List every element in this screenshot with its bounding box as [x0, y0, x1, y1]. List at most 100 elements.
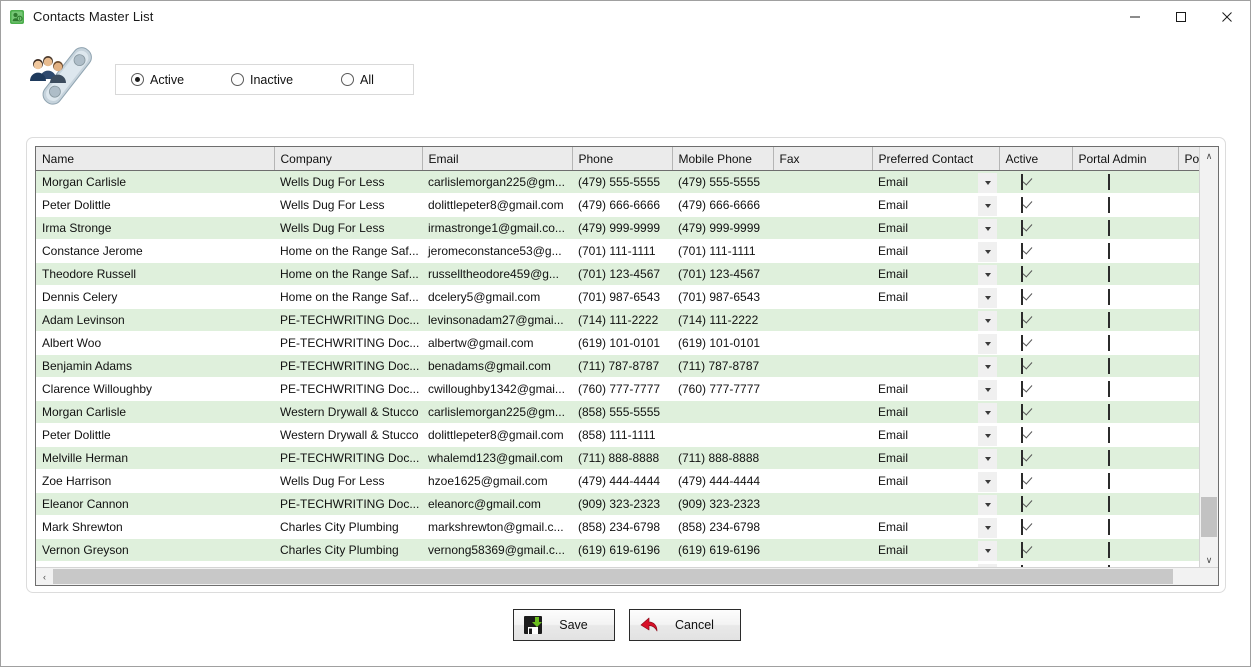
active-checkbox[interactable]	[1021, 289, 1023, 305]
preferred-contact-dropdown-button[interactable]	[978, 242, 997, 262]
column-header-phone[interactable]: Phone	[572, 147, 673, 171]
active-checkbox[interactable]	[1021, 427, 1023, 443]
cell-preferred-contact[interactable]	[872, 331, 999, 355]
table-row[interactable]: Dennis Celery Home on the Range Saf... dce…	[36, 285, 1201, 309]
cell-active[interactable]	[999, 308, 1072, 332]
cell-phone[interactable]: (858) 234-6798	[572, 515, 672, 539]
preferred-contact-dropdown-button[interactable]	[978, 472, 997, 492]
table-row[interactable]: Morgan Carlisle Wells Dug For Less carlisl…	[36, 170, 1201, 194]
active-checkbox[interactable]	[1021, 542, 1023, 558]
cell-name[interactable]: Constance Jerome	[36, 239, 274, 263]
portal-admin-checkbox[interactable]	[1108, 427, 1110, 443]
cell-mobile-phone[interactable]: (909) 323-2323	[672, 492, 773, 516]
active-checkbox[interactable]	[1021, 174, 1023, 190]
table-row[interactable]: Theodore Russell Home on the Range Saf...…	[36, 262, 1201, 286]
cell-preferred-contact[interactable]: Email	[872, 377, 999, 401]
cell-company[interactable]: PE-TECHWRITING Doc...	[274, 308, 422, 332]
cell-preferred-contact[interactable]: Email	[872, 515, 999, 539]
cell-company[interactable]: Wells Dug For Less	[274, 216, 422, 240]
active-checkbox[interactable]	[1021, 312, 1023, 328]
cell-preferred-contact[interactable]: Email	[872, 262, 999, 286]
radio-active[interactable]: Active	[131, 65, 231, 94]
preferred-contact-dropdown-button[interactable]	[978, 196, 997, 216]
table-row[interactable]: Vernon Greyson Charles City Plumbing verno…	[36, 538, 1201, 562]
cell-preferred-contact[interactable]: Email	[872, 469, 999, 493]
portal-admin-checkbox[interactable]	[1108, 243, 1110, 259]
cell-mobile-phone[interactable]: (701) 111-1111	[672, 239, 773, 263]
cell-name[interactable]: Clarence Willoughby	[36, 377, 274, 401]
portal-admin-checkbox[interactable]	[1108, 450, 1110, 466]
portal-admin-checkbox[interactable]	[1108, 335, 1110, 351]
cell-fax[interactable]	[773, 285, 872, 309]
scroll-left-icon[interactable]: ‹	[36, 568, 53, 585]
preferred-contact-dropdown-button[interactable]	[978, 265, 997, 285]
cell-portal-truncated[interactable]	[1178, 285, 1201, 309]
cell-active[interactable]	[999, 331, 1072, 355]
cell-name[interactable]: Peter Dolittle	[36, 423, 274, 447]
table-row[interactable]: Peter Dolittle Western Drywall & Stucco do…	[36, 423, 1201, 447]
preferred-contact-dropdown-button[interactable]	[978, 288, 997, 308]
preferred-contact-dropdown-button[interactable]	[978, 541, 997, 561]
cell-portal-admin[interactable]	[1072, 538, 1178, 562]
cell-name[interactable]: Irma Stronge	[36, 216, 274, 240]
preferred-contact-dropdown-button[interactable]	[978, 173, 997, 193]
cell-portal-admin[interactable]	[1072, 423, 1178, 447]
horizontal-scrollbar[interactable]: ‹ ›	[36, 567, 1218, 585]
cell-company[interactable]: Home on the Range Saf...	[274, 262, 422, 286]
cell-email[interactable]: eleanorc@gmail.com	[422, 492, 572, 516]
cell-active[interactable]	[999, 193, 1072, 217]
table-row[interactable]: Benjamin Adams PE-TECHWRITING Doc... benad…	[36, 354, 1201, 378]
cell-portal-admin[interactable]	[1072, 308, 1178, 332]
column-header-name[interactable]: Name	[36, 147, 275, 171]
radio-inactive[interactable]: Inactive	[231, 65, 341, 94]
portal-admin-checkbox[interactable]	[1108, 358, 1110, 374]
cell-email[interactable]: markshrewton@gmail.c...	[422, 515, 572, 539]
preferred-contact-dropdown-button[interactable]	[978, 426, 997, 446]
cell-email[interactable]: dolittlepeter8@gmail.com	[422, 423, 572, 447]
table-row[interactable]: Melville Herman PE-TECHWRITING Doc... whal…	[36, 446, 1201, 470]
cell-portal-admin[interactable]	[1072, 285, 1178, 309]
cell-phone[interactable]: (619) 101-0101	[572, 331, 672, 355]
portal-admin-checkbox[interactable]	[1108, 174, 1110, 190]
cell-mobile-phone[interactable]: (760) 777-7777	[672, 377, 773, 401]
cell-preferred-contact[interactable]: Email	[872, 285, 999, 309]
cell-email[interactable]: irmastronge1@gmail.co...	[422, 216, 572, 240]
cell-mobile-phone[interactable]: (701) 987-6543	[672, 285, 773, 309]
preferred-contact-dropdown-button[interactable]	[978, 219, 997, 239]
cell-company[interactable]: PE-TECHWRITING Doc...	[274, 446, 422, 470]
cell-mobile-phone[interactable]	[672, 400, 773, 424]
portal-admin-checkbox[interactable]	[1108, 404, 1110, 420]
cell-portal-admin[interactable]	[1072, 354, 1178, 378]
cell-portal-truncated[interactable]	[1178, 469, 1201, 493]
column-header-company[interactable]: Company	[274, 147, 423, 171]
cell-mobile-phone[interactable]: (619) 619-6196	[672, 538, 773, 562]
cell-company[interactable]: Wells Dug For Less	[274, 193, 422, 217]
cell-phone[interactable]: (701) 987-6543	[572, 285, 672, 309]
cancel-button[interactable]: Cancel	[628, 609, 741, 641]
cell-fax[interactable]	[773, 377, 872, 401]
cell-name[interactable]: Dennis Celery	[36, 285, 274, 309]
table-row[interactable]: Constance Jerome Home on the Range Saf...…	[36, 239, 1201, 263]
portal-admin-checkbox[interactable]	[1108, 381, 1110, 397]
cell-preferred-contact[interactable]	[872, 492, 999, 516]
cell-mobile-phone[interactable]: (619) 101-0101	[672, 331, 773, 355]
column-header-email[interactable]: Email	[422, 147, 573, 171]
cell-email[interactable]: cwilloughby1342@gmai...	[422, 377, 572, 401]
preferred-contact-dropdown-button[interactable]	[978, 334, 997, 354]
cell-portal-admin[interactable]	[1072, 492, 1178, 516]
cell-portal-admin[interactable]	[1072, 515, 1178, 539]
cell-name[interactable]: Melville Herman	[36, 446, 274, 470]
cell-portal-admin[interactable]	[1072, 216, 1178, 240]
cell-company[interactable]: PE-TECHWRITING Doc...	[274, 492, 422, 516]
cell-portal-admin[interactable]	[1072, 400, 1178, 424]
active-checkbox[interactable]	[1021, 358, 1023, 374]
cell-name[interactable]: Peter Dolittle	[36, 193, 274, 217]
active-checkbox[interactable]	[1021, 450, 1023, 466]
cell-active[interactable]	[999, 423, 1072, 447]
cell-email[interactable]: dolittlepeter8@gmail.com	[422, 193, 572, 217]
cell-company[interactable]: PE-TECHWRITING Doc...	[274, 331, 422, 355]
cell-portal-truncated[interactable]	[1178, 193, 1201, 217]
cell-name[interactable]: Morgan Carlisle	[36, 170, 274, 194]
cell-mobile-phone[interactable]: (858) 234-6798	[672, 515, 773, 539]
cell-portal-admin[interactable]	[1072, 239, 1178, 263]
